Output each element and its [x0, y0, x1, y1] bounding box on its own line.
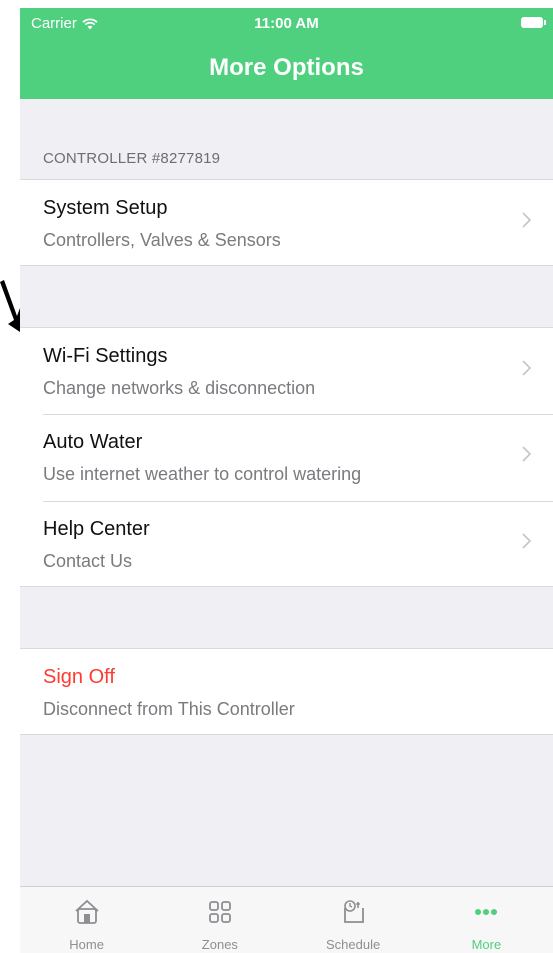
battery-icon	[521, 17, 546, 28]
status-time: 11:00 AM	[254, 15, 319, 32]
tab-label: Zones	[201, 937, 238, 952]
tab-bar: Home Zones Schedule More	[20, 886, 553, 953]
controller-section-header: CONTROLLER #8277819	[43, 150, 221, 167]
navigation-header: Carrier 11:00 AM More Options	[20, 8, 553, 99]
more-icon	[475, 909, 498, 915]
row-subtitle: Change networks & disconnection	[43, 378, 316, 398]
row-subtitle: Contact Us	[43, 551, 133, 571]
page-title: More Options	[209, 54, 364, 81]
row-title: Help Center	[43, 518, 150, 540]
phone-screen: Carrier 11:00 AM More Options CONTROLLER…	[20, 8, 553, 953]
wifi-settings-row[interactable]: Wi-Fi Settings Change networks & disconn…	[20, 328, 553, 414]
zones-icon	[208, 901, 231, 923]
auto-water-row[interactable]: Auto Water Use internet weather to contr…	[20, 414, 553, 501]
row-title: Auto Water	[43, 431, 143, 453]
setup-group: System Setup Controllers, Valves & Senso…	[20, 179, 553, 266]
home-icon	[75, 899, 99, 924]
status-bar: Carrier 11:00 AM	[20, 8, 553, 38]
row-title: Wi-Fi Settings	[43, 345, 168, 367]
sign-off-title: Sign Off	[43, 666, 115, 688]
system-setup-row[interactable]: System Setup Controllers, Valves & Senso…	[20, 180, 553, 265]
chevron-right-icon	[522, 533, 531, 549]
pointer-arrow-icon	[0, 280, 20, 332]
row-title: System Setup	[43, 197, 168, 219]
tab-label: Home	[69, 937, 104, 952]
row-subtitle: Disconnect from This Controller	[43, 699, 295, 719]
tab-label: Schedule	[326, 937, 381, 952]
sign-off-row[interactable]: Sign Off Disconnect from This Controller	[20, 649, 553, 734]
tab-zones[interactable]: Zones	[153, 887, 286, 953]
row-subtitle: Use internet weather to control watering	[43, 464, 362, 484]
chevron-right-icon	[522, 360, 531, 376]
account-group: Sign Off Disconnect from This Controller	[20, 648, 553, 735]
tab-schedule[interactable]: Schedule	[287, 887, 420, 953]
chevron-right-icon	[522, 212, 531, 228]
schedule-icon	[344, 900, 365, 923]
settings-group: Wi-Fi Settings Change networks & disconn…	[20, 327, 553, 587]
help-center-row[interactable]: Help Center Contact Us	[20, 501, 553, 586]
tab-home[interactable]: Home	[20, 887, 153, 953]
row-subtitle: Controllers, Valves & Sensors	[43, 230, 281, 250]
tab-more[interactable]: More	[420, 887, 553, 953]
chevron-right-icon	[522, 446, 531, 462]
tab-label: More	[471, 937, 502, 952]
